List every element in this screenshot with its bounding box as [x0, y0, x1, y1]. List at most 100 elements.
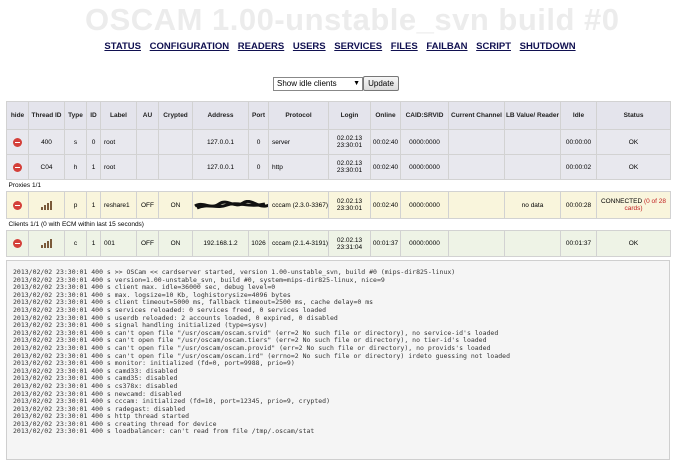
table-row: C04 h 1 root 127.0.0.1 0 http 02.02.13 2…: [6, 154, 671, 180]
address-cell: 127.0.0.1: [192, 154, 249, 180]
channel-cell: [448, 154, 505, 180]
crypted-cell: ON: [158, 191, 193, 219]
thread-cell: [28, 191, 65, 219]
log-panel[interactable]: 2013/02/02 23:30:01 400 s >> OSCam << ca…: [6, 260, 670, 460]
online-cell: 00:01:37: [370, 230, 401, 257]
menu-failban[interactable]: FAILBAN: [426, 41, 467, 52]
table-row: p 1 reshare1 OFF ON cccam (2.3.0-3367) 0…: [6, 191, 671, 219]
login-cell: 02.02.13 23:31:04: [328, 230, 371, 257]
id-cell: 1: [86, 230, 101, 257]
crypted-cell: [158, 154, 193, 180]
client-filter-value: Show idle clients: [277, 79, 337, 88]
protocol-cell: cccam (2.3.0-3367): [268, 191, 329, 219]
menu-shutdown[interactable]: SHUTDOWN: [520, 41, 576, 52]
type-cell: s: [64, 129, 87, 155]
port-cell: 0: [248, 154, 269, 180]
menu-configuration[interactable]: CONFIGURATION: [150, 41, 230, 52]
idle-cell: 00:01:37: [560, 230, 597, 257]
clients-section-row: Clients 1/1 (0 with ECM within last 15 s…: [6, 218, 671, 231]
caid-cell: 0000:0000: [400, 191, 449, 219]
type-cell: h: [64, 154, 87, 180]
au-cell: [136, 154, 159, 180]
hide-icon[interactable]: [13, 162, 22, 172]
status-connected: CONNECTED: [600, 198, 643, 205]
status-cell: OK: [596, 129, 671, 155]
update-button[interactable]: Update: [363, 76, 399, 91]
status-table: hide Thread ID Type ID Label AU Crypted …: [6, 101, 671, 257]
status-cell: OK: [596, 154, 671, 180]
id-cell: 1: [86, 191, 101, 219]
lb-cell: [504, 154, 561, 180]
online-cell: 00:02:40: [370, 154, 401, 180]
protocol-cell: cccam (2.1.4-3191): [268, 230, 329, 257]
menu-services[interactable]: SERVICES: [334, 41, 382, 52]
menu-users[interactable]: USERS: [293, 41, 326, 52]
lb-cell: [504, 129, 561, 155]
au-cell: OFF: [136, 230, 159, 257]
thread-cell: 400: [28, 129, 65, 155]
au-cell: OFF: [136, 191, 159, 219]
hide-cell: [6, 191, 29, 219]
redacted-address-scribble: [194, 199, 268, 209]
hide-cell: [6, 154, 29, 180]
col-status: Status: [596, 101, 671, 130]
address-cell: [192, 191, 269, 219]
hide-icon[interactable]: [13, 200, 22, 210]
signal-bars-icon: [41, 200, 52, 210]
idle-cell: 00:00:02: [560, 154, 597, 180]
protocol-cell: server: [268, 129, 329, 155]
main-menu: STATUS CONFIGURATION READERS USERS SERVI…: [0, 41, 680, 52]
login-cell: 02.02.13 23:30:01: [328, 154, 371, 180]
idle-cell: 00:00:28: [560, 191, 597, 219]
col-idle: Idle: [560, 101, 597, 130]
channel-cell: [448, 230, 505, 257]
hide-icon[interactable]: [13, 239, 22, 248]
id-cell: 1: [86, 154, 101, 180]
lb-cell: no data: [504, 191, 561, 219]
signal-bars-icon: [41, 239, 52, 248]
caid-cell: 0000:0000: [400, 129, 449, 155]
filter-bar: Show idle clients ▼ Update: [270, 76, 410, 92]
caid-cell: 0000:0000: [400, 154, 449, 180]
col-thread-id: Thread ID: [28, 101, 65, 130]
menu-files[interactable]: FILES: [391, 41, 418, 52]
hide-cell: [6, 129, 29, 155]
protocol-cell: http: [268, 154, 329, 180]
proxies-section-row: Proxies 1/1: [6, 179, 671, 192]
chevron-down-icon: ▼: [353, 80, 360, 87]
online-cell: 00:02:40: [370, 191, 401, 219]
col-id: ID: [86, 101, 101, 130]
label-cell: 001: [100, 230, 137, 257]
col-address: Address: [192, 101, 249, 130]
hide-icon[interactable]: [13, 137, 22, 147]
address-cell: 127.0.0.1: [192, 129, 249, 155]
hide-cell: [6, 230, 29, 257]
menu-readers[interactable]: READERS: [238, 41, 284, 52]
address-cell: 192.168.1.2: [192, 230, 249, 257]
col-au: AU: [136, 101, 159, 130]
crypted-cell: [158, 129, 193, 155]
type-cell: c: [64, 230, 87, 257]
port-cell: 0: [248, 129, 269, 155]
proxies-label: Proxies 1/1: [6, 179, 671, 192]
id-cell: 0: [86, 129, 101, 155]
status-cell: CONNECTED (0 of 28 cards): [596, 191, 671, 219]
channel-cell: [448, 191, 505, 219]
col-crypted: Crypted: [158, 101, 193, 130]
caid-cell: 0000:0000: [400, 230, 449, 257]
col-protocol: Protocol: [268, 101, 329, 130]
menu-script[interactable]: SCRIPT: [476, 41, 511, 52]
clients-label: Clients 1/1 (0 with ECM within last 15 s…: [6, 218, 671, 231]
lb-cell: [504, 230, 561, 257]
online-cell: 00:02:40: [370, 129, 401, 155]
type-cell: p: [64, 191, 87, 219]
au-cell: [136, 129, 159, 155]
client-filter-select[interactable]: Show idle clients ▼: [273, 77, 363, 91]
menu-status[interactable]: STATUS: [104, 41, 141, 52]
oscam-banner: OSCAM 1.00-unstable_svn build #0: [85, 2, 620, 37]
login-cell: 02.02.13 23:30:01: [328, 191, 371, 219]
status-cell: OK: [596, 230, 671, 257]
table-row: 400 s 0 root 127.0.0.1 0 server 02.02.13…: [6, 129, 671, 155]
channel-cell: [448, 129, 505, 155]
port-cell: 1026: [248, 230, 269, 257]
